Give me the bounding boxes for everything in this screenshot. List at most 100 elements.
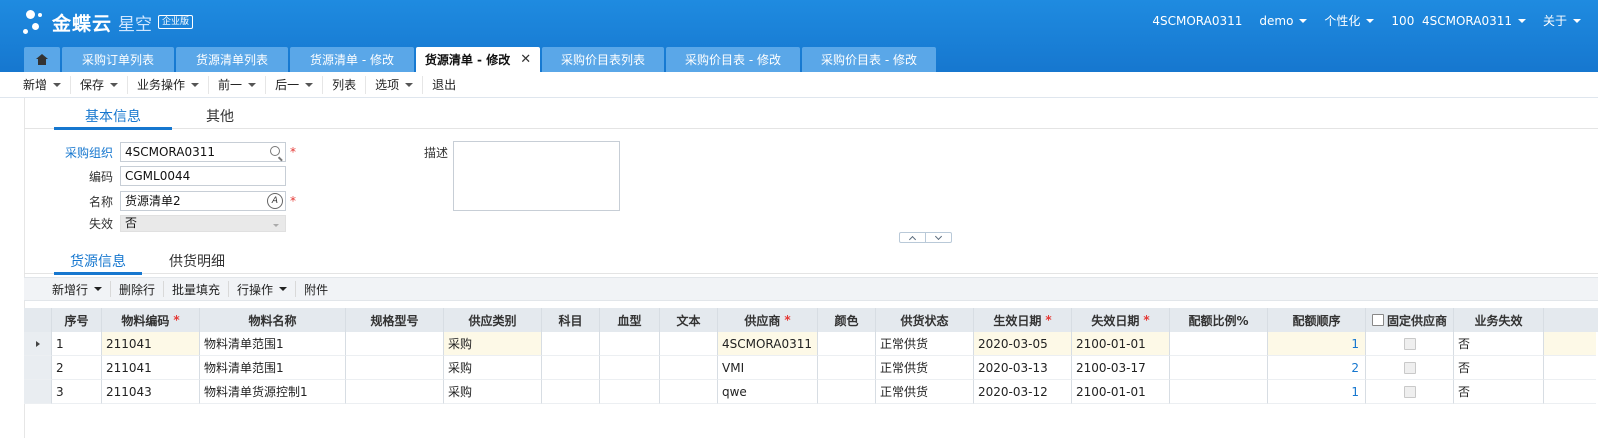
list-button[interactable]: 列表: [323, 75, 367, 94]
about-menu[interactable]: 关于: [1543, 12, 1581, 29]
col-subject[interactable]: 科目: [542, 308, 600, 332]
col-expiry-date[interactable]: 失效日期 *: [1072, 308, 1170, 332]
col-blood[interactable]: 血型: [600, 308, 660, 332]
attachment-button[interactable]: 附件: [296, 281, 336, 297]
col-supplier[interactable]: 供应商 *: [718, 308, 818, 332]
cell-color[interactable]: [818, 356, 876, 380]
name-input[interactable]: 货源清单2 A: [120, 191, 286, 211]
row-indicator[interactable]: [24, 380, 52, 404]
tab-supply-detail[interactable]: 供货明细: [142, 248, 252, 274]
cell-quota-ratio[interactable]: [1170, 356, 1268, 380]
col-quota-order[interactable]: 配额顺序: [1268, 308, 1366, 332]
purchase-org-input[interactable]: 4SCMORA0311: [120, 142, 286, 162]
tab-source-info[interactable]: 货源信息: [54, 248, 142, 275]
tab-source-edit-2[interactable]: 货源清单 - 修改 ✕: [416, 47, 540, 72]
cell-text[interactable]: [660, 332, 718, 356]
col-supply-status[interactable]: 供货状态: [876, 308, 974, 332]
cell-material-code[interactable]: 211041: [102, 356, 200, 380]
select-all-checkbox[interactable]: [1371, 314, 1384, 326]
col-text[interactable]: 文本: [660, 308, 718, 332]
collapse-down-button[interactable]: [926, 232, 951, 242]
business-ops-button[interactable]: 业务操作: [128, 75, 210, 94]
next-button[interactable]: 后一: [266, 75, 324, 94]
multilang-icon[interactable]: A: [267, 193, 283, 209]
cell-supplier[interactable]: 4SCMORA0311: [718, 332, 818, 356]
user-menu[interactable]: demo: [1259, 12, 1308, 29]
cell-expiry-date[interactable]: 2100-01-01: [1072, 380, 1170, 404]
cell-quota-order[interactable]: 1: [1268, 332, 1366, 356]
cell-expiry-date[interactable]: 2100-03-17: [1072, 356, 1170, 380]
col-supply-type[interactable]: 供应类别: [444, 308, 542, 332]
tab-price-list[interactable]: 采购价目表列表: [542, 47, 664, 72]
col-effective-date[interactable]: 生效日期 *: [974, 308, 1072, 332]
cell-supplier[interactable]: VMI: [718, 356, 818, 380]
cell-effective-date[interactable]: 2020-03-13: [974, 356, 1072, 380]
cell-supply-type[interactable]: 采购: [444, 356, 542, 380]
brand-logo[interactable]: 金蝶云 星空 企业版: [20, 4, 194, 40]
batch-fill-button[interactable]: 批量填充: [164, 281, 230, 297]
col-quota-ratio[interactable]: 配额比例%: [1170, 308, 1268, 332]
table-row[interactable]: 2 211041 物料清单范围1 采购 VMI 正常供货 2020-03-13 …: [24, 356, 1598, 380]
cell-color[interactable]: [818, 380, 876, 404]
add-row-button[interactable]: 新增行: [44, 281, 112, 297]
col-material-code[interactable]: 物料编码 *: [102, 308, 200, 332]
cell-supply-type[interactable]: 采购: [444, 380, 542, 404]
cell-blood[interactable]: [600, 332, 660, 356]
tab-price-edit-2[interactable]: 采购价目表 - 修改: [802, 47, 936, 72]
prev-button[interactable]: 前一: [209, 75, 267, 94]
cell-quota-order[interactable]: 1: [1268, 380, 1366, 404]
purchase-org-label[interactable]: 采购组织: [24, 144, 120, 161]
cell-subject[interactable]: [542, 356, 600, 380]
options-button[interactable]: 选项: [366, 75, 424, 94]
col-spec[interactable]: 规格型号: [346, 308, 444, 332]
col-material-name[interactable]: 物料名称: [200, 308, 346, 332]
row-indicator[interactable]: [24, 356, 52, 380]
tab-other[interactable]: 其他: [172, 103, 268, 129]
fixed-supplier-checkbox[interactable]: [1403, 337, 1416, 350]
tab-purchase-order-list[interactable]: 采购订单列表: [62, 47, 174, 72]
tab-source-edit-1[interactable]: 货源清单 - 修改: [290, 47, 414, 72]
cell-text[interactable]: [660, 356, 718, 380]
org-menu[interactable]: 100 4SCMORA0311: [1391, 12, 1526, 29]
cell-supplier[interactable]: qwe: [718, 380, 818, 404]
personalize-menu[interactable]: 个性化: [1324, 12, 1375, 29]
new-button[interactable]: 新增: [14, 75, 72, 94]
close-icon[interactable]: ✕: [520, 52, 531, 67]
cell-quota-order[interactable]: 2: [1268, 356, 1366, 380]
cell-quota-ratio[interactable]: [1170, 380, 1268, 404]
tab-home[interactable]: [24, 47, 60, 72]
collapse-up-button[interactable]: [900, 233, 926, 243]
row-ops-button[interactable]: 行操作: [229, 281, 297, 297]
col-seq[interactable]: 序号: [52, 308, 102, 332]
cell-text[interactable]: [660, 380, 718, 404]
delete-row-button[interactable]: 删除行: [111, 281, 165, 297]
code-input[interactable]: CGML0044: [120, 166, 286, 186]
invalid-select[interactable]: 否: [120, 215, 286, 232]
cell-subject[interactable]: [542, 380, 600, 404]
fixed-supplier-checkbox[interactable]: [1403, 361, 1416, 374]
cell-material-code[interactable]: 211041: [102, 332, 200, 356]
col-biz-invalid[interactable]: 业务失效: [1454, 308, 1544, 332]
fixed-supplier-checkbox[interactable]: [1403, 385, 1416, 398]
table-row[interactable]: 1 211041 物料清单范围1 采购 4SCMORA0311 正常供货 202…: [24, 332, 1598, 356]
table-row[interactable]: 3 211043 物料清单货源控制1 采购 qwe 正常供货 2020-03-1…: [24, 380, 1598, 404]
cell-blood[interactable]: [600, 380, 660, 404]
collapse-toggle[interactable]: [899, 232, 952, 243]
row-indicator[interactable]: [24, 332, 52, 356]
tab-price-edit-1[interactable]: 采购价目表 - 修改: [666, 47, 800, 72]
tab-basic-info[interactable]: 基本信息: [54, 103, 172, 130]
cell-effective-date[interactable]: 2020-03-05: [974, 332, 1072, 356]
cell-material-code[interactable]: 211043: [102, 380, 200, 404]
cell-color[interactable]: [818, 332, 876, 356]
col-color[interactable]: 颜色: [818, 308, 876, 332]
exit-button[interactable]: 退出: [423, 76, 465, 94]
cell-quota-ratio[interactable]: [1170, 332, 1268, 356]
search-icon[interactable]: [270, 146, 280, 156]
cell-blood[interactable]: [600, 356, 660, 380]
cell-expiry-date[interactable]: 2100-01-01: [1072, 332, 1170, 356]
save-button[interactable]: 保存: [71, 75, 129, 94]
cell-effective-date[interactable]: 2020-03-12: [974, 380, 1072, 404]
col-fixed-supplier[interactable]: 固定供应商: [1366, 308, 1454, 332]
cell-supply-type[interactable]: 采购: [444, 332, 542, 356]
description-textarea[interactable]: [453, 141, 620, 211]
